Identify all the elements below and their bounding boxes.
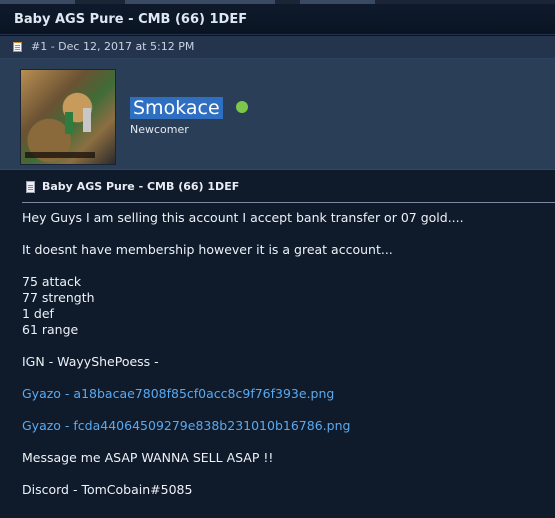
post-line: Hey Guys I am selling this account I acc…	[22, 210, 464, 225]
post-line: 77 strength	[22, 290, 95, 305]
post-line: Message me ASAP WANNA SELL ASAP !!	[22, 450, 274, 465]
document-icon	[13, 42, 22, 52]
online-status-icon	[236, 101, 248, 113]
post-content: Baby AGS Pure - CMB (66) 1DEF Hey Guys I…	[0, 170, 555, 518]
post-line: It doesnt have membership however it is …	[22, 242, 393, 257]
user-rank: Newcomer	[130, 123, 189, 136]
post-line: Discord - TomCobain#5085	[22, 482, 193, 497]
post-document-icon	[26, 181, 35, 193]
post-meta-bar: #1 - Dec 12, 2017 at 5:12 PM	[0, 36, 555, 59]
post-line: 61 range	[22, 322, 79, 337]
thread-title: Baby AGS Pure - CMB (66) 1DEF	[14, 12, 248, 27]
user-panel	[0, 59, 555, 170]
post-line: 1 def	[22, 306, 54, 321]
gyazo-link-1[interactable]: Gyazo - a18bacae7808f85cf0acc8c9f76f393e…	[22, 386, 334, 401]
divider	[22, 202, 555, 203]
post-line: 75 attack	[22, 274, 82, 289]
post-title: Baby AGS Pure - CMB (66) 1DEF	[42, 180, 240, 193]
post-line: IGN - WayyShePoess -	[22, 354, 159, 369]
post-body: Hey Guys I am selling this account I acc…	[22, 210, 547, 498]
avatar[interactable]	[20, 69, 116, 165]
username[interactable]: Smokace	[130, 97, 223, 119]
thread-header: Baby AGS Pure - CMB (66) 1DEF	[0, 4, 555, 35]
post-number-date[interactable]: #1 - Dec 12, 2017 at 5:12 PM	[31, 40, 194, 53]
gyazo-link-2[interactable]: Gyazo - fcda44064509279e838b231010b16786…	[22, 418, 350, 433]
